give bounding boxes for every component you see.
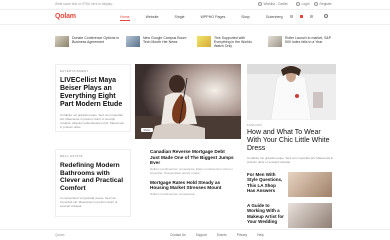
article-title[interactable]: Redefining Modern Bathrooms with Clever … <box>60 162 126 192</box>
article-excerpt: Nullam condimentum consectetur. <box>150 191 196 196</box>
site-footer: Qolam Contact Us Support Events Privacy … <box>0 229 390 240</box>
nav-shop[interactable]: Shop <box>241 15 249 21</box>
register-link[interactable]: Register <box>314 2 332 6</box>
site-logo[interactable]: Qolam <box>55 13 76 20</box>
article-title[interactable]: A Guide to Working With a Makeup Artist … <box>247 203 285 228</box>
nav-home[interactable]: Home <box>120 15 130 21</box>
article-title[interactable]: Mortgage Rates Hold Steady as Housing Ma… <box>150 180 235 191</box>
facebook-icon[interactable] <box>310 15 313 18</box>
youtube-icon[interactable] <box>300 15 303 18</box>
nav-website[interactable]: Website <box>146 15 159 21</box>
dress-image <box>247 64 336 120</box>
ticker-thumbnail <box>126 36 140 47</box>
list-item[interactable]: For Men With Style Questions, This LA Sh… <box>247 172 336 197</box>
article-thumbnail <box>288 172 332 197</box>
search-icon[interactable] <box>324 14 328 18</box>
white-dress-photo[interactable] <box>247 64 336 120</box>
login-link[interactable]: Login <box>296 2 310 6</box>
user-plus-icon <box>314 2 318 6</box>
list-item: Canadian Reverse Mortgage Debt Just Made… <box>150 149 235 176</box>
ticker-item[interactable]: This Supported with Everything in the Wo… <box>197 36 262 48</box>
featured-excerpt: Curabitur vel gravida neque. Sed non imp… <box>60 113 124 129</box>
article-excerpt: Nullam condimentum consectetur. Etiam co… <box>150 166 233 175</box>
x-icon[interactable] <box>290 15 293 18</box>
nav-gutenberg[interactable]: Gutenberg <box>266 15 283 21</box>
list-item[interactable]: A Guide to Working With a Makeup Artist … <box>247 203 336 228</box>
footer-logo: Qolam <box>55 233 65 237</box>
footer-link[interactable]: Privacy <box>237 233 247 237</box>
category-label[interactable]: Entertainment <box>60 69 126 73</box>
category-label[interactable]: Real Estate <box>60 154 126 158</box>
footer-nav: Contact Us Support Events Privacy Help <box>170 233 274 237</box>
footer-link[interactable]: Contact Us <box>170 233 186 237</box>
footer-link[interactable]: Help <box>257 233 264 237</box>
featured-title[interactable]: LIVECellist Maya Beiser Plays an Everyth… <box>60 77 126 109</box>
featured-card: Entertainment LIVECellist Maya Beiser Pl… <box>55 64 131 132</box>
ticker-item[interactable]: Donate Conference Options in Business Ag… <box>55 36 120 47</box>
nav-single[interactable]: Single <box>175 15 185 21</box>
footer-link[interactable]: Support <box>196 233 207 237</box>
article-excerpt: In consectetur vel gravida neque. Sed no… <box>60 196 118 209</box>
article-title[interactable]: Canadian Reverse Mortgage Debt Just Made… <box>150 149 235 166</box>
main-nav: Home Website Single WPPHO Pages Shop Gut… <box>120 15 299 21</box>
ticker-thumbnail <box>55 36 69 47</box>
right-article-list: For Men With Style Questions, This LA Sh… <box>247 172 336 234</box>
news-ticker: Donate Conference Options in Business Ag… <box>0 30 390 56</box>
article-title[interactable]: How and What To Wear With Your Chic Litt… <box>247 129 336 153</box>
user-icon <box>296 2 300 6</box>
mid-article-list: Canadian Reverse Mortgage Debt Just Made… <box>150 149 235 197</box>
ticker-item[interactable]: New Google Campus Boom Tech Month Her Ne… <box>126 36 191 47</box>
cellist-photo[interactable]: Music <box>135 64 241 139</box>
site-header: Qolam Home Website Single WPPHO Pages Sh… <box>0 10 390 25</box>
category-badge[interactable]: Music <box>141 129 153 132</box>
heart-icon <box>258 2 262 6</box>
welcome-text: Write some text or HTML here to display.… <box>55 2 115 6</box>
nav-pages[interactable]: WPPHO Pages <box>201 15 226 21</box>
top-bar: Write some text or HTML here to display.… <box>0 0 390 10</box>
category-label[interactable]: Fashion <box>247 123 336 127</box>
article-title[interactable]: For Men With Style Questions, This LA Sh… <box>247 172 285 197</box>
article-excerpt: Curabitur vel gravida neque. Sed non imp… <box>247 156 334 164</box>
ticker-thumbnail <box>268 36 282 47</box>
article-thumbnail <box>288 203 332 228</box>
ticker-thumbnail <box>197 36 211 47</box>
wishlist-link[interactable]: Wishlist - Cartlet <box>258 2 288 6</box>
footer-link[interactable]: Events <box>217 233 227 237</box>
social-links <box>290 15 320 18</box>
list-item: Mortgage Rates Hold Steady as Housing Ma… <box>150 180 235 197</box>
fashion-article: Fashion How and What To Wear With Your C… <box>247 123 336 164</box>
real-estate-card: Real Estate Redefining Modern Bathrooms … <box>55 149 131 217</box>
ticker-item[interactable]: Roller Launch to market, S&P 500 Index f… <box>268 36 333 47</box>
